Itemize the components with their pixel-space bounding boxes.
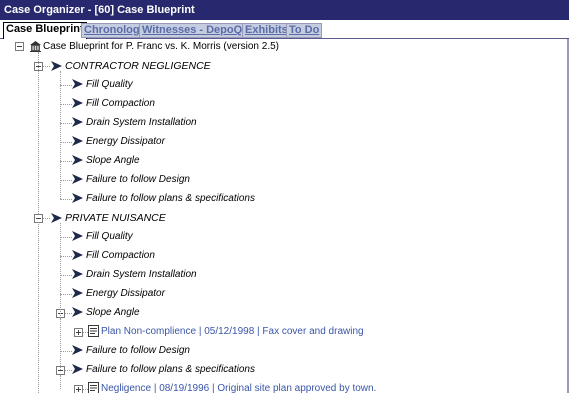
document-expand-toggle[interactable] [74,328,83,337]
chevron-right-icon [51,61,62,72]
chevron-right-icon [72,345,83,356]
chevron-right-icon [72,117,83,128]
subissue-label: Slope Angle [86,307,140,318]
document-link-label[interactable]: Plan Non-complience | 05/12/1998 | Fax c… [101,326,364,337]
tab-strip: Case Blueprint Chronology Witnesses - De… [0,21,569,39]
subissue-node[interactable]: Drain System Installation [71,267,197,283]
subissue-node[interactable]: Drain System Installation [71,115,197,131]
chevron-right-icon [72,269,83,280]
document-icon [88,382,99,393]
subissue-label: Energy Dissipator [86,288,165,299]
building-icon [30,40,41,52]
subissue-label: Energy Dissipator [86,136,165,147]
chevron-right-icon [72,250,83,261]
subissue-label: Fill Compaction [86,98,155,109]
root-connector-line [38,52,39,214]
tree-connector-line [60,71,61,199]
chevron-right-icon [72,364,83,375]
document-icon [88,325,99,338]
subissue-label: Failure to follow plans & specifications [86,193,255,204]
chevron-right-icon [72,155,83,166]
subissue-node[interactable]: Slope Angle [71,153,140,169]
root-collapse-toggle[interactable] [15,42,24,51]
chevron-right-icon [51,213,62,224]
case-blueprint-tree: Case Blueprint for P. Franc vs. K. Morri… [0,39,569,393]
chevron-right-icon [72,79,83,90]
document-link[interactable]: Negligence | 08/19/1996 | Original site … [88,381,376,393]
document-link[interactable]: Plan Non-complience | 05/12/1998 | Fax c… [88,324,364,340]
subissue-node[interactable]: Failure to follow Design [71,172,190,188]
subissue-label: Slope Angle [86,155,140,166]
window-title: Case Organizer - [60] Case Blueprint [4,4,195,16]
chevron-right-icon [72,231,83,242]
subissue-node[interactable]: Energy Dissipator [71,286,165,302]
chevron-right-icon [72,288,83,299]
subissue-label: Drain System Installation [86,269,197,280]
subissue-node[interactable]: Failure to follow plans & specifications [71,362,255,378]
tree-connector-line [60,375,61,389]
issue-label: CONTRACTOR NEGLIGENCE [65,60,211,72]
tab-exhibits[interactable]: Exhibits [242,23,291,38]
chevron-right-icon [72,193,83,204]
window-title-bar: Case Organizer - [60] Case Blueprint [0,0,569,20]
tab-to-do[interactable]: To Do [286,23,323,38]
subissue-label: Failure to follow plans & specifications [86,364,255,375]
subissue-node[interactable]: Fill Quality [71,77,133,93]
subissue-node[interactable]: Fill Compaction [71,96,155,112]
tree-connector-line [60,223,61,370]
issue-node[interactable]: CONTRACTOR NEGLIGENCE [50,58,211,74]
root-connector-line [38,222,39,393]
tab-witnesses-depoqs[interactable]: Witnesses - DepoQ's [139,23,254,38]
chevron-right-icon [72,98,83,109]
subissue-label: Fill Quality [86,79,133,90]
tree-root-node[interactable]: Case Blueprint for P. Franc vs. K. Morri… [30,39,279,55]
subissue-node[interactable]: Fill Compaction [71,248,155,264]
subissue-label: Failure to follow Design [86,174,190,185]
chevron-right-icon [72,136,83,147]
tree-connector-line [43,66,50,67]
issue-label: PRIVATE NUISANCE [65,212,166,224]
subissue-label: Fill Quality [86,231,133,242]
subissue-node[interactable]: Energy Dissipator [71,134,165,150]
subissue-node[interactable]: Failure to follow Design [71,343,190,359]
tree-root-label: Case Blueprint for P. Franc vs. K. Morri… [43,41,280,52]
document-link-label[interactable]: Negligence | 08/19/1996 | Original site … [101,383,376,393]
tab-case-blueprint[interactable]: Case Blueprint [3,22,87,39]
document-expand-toggle[interactable] [74,385,83,393]
subissue-node[interactable]: Fill Quality [71,229,133,245]
chevron-right-icon [72,174,83,185]
subissue-node[interactable]: Slope Angle [71,305,140,321]
subissue-label: Failure to follow Design [86,345,190,356]
subissue-label: Fill Compaction [86,250,155,261]
tree-connector-line [43,218,50,219]
subissue-label: Drain System Installation [86,117,197,128]
issue-node[interactable]: PRIVATE NUISANCE [50,210,166,226]
chevron-right-icon [72,307,83,318]
subissue-node[interactable]: Failure to follow plans & specifications [71,191,255,207]
